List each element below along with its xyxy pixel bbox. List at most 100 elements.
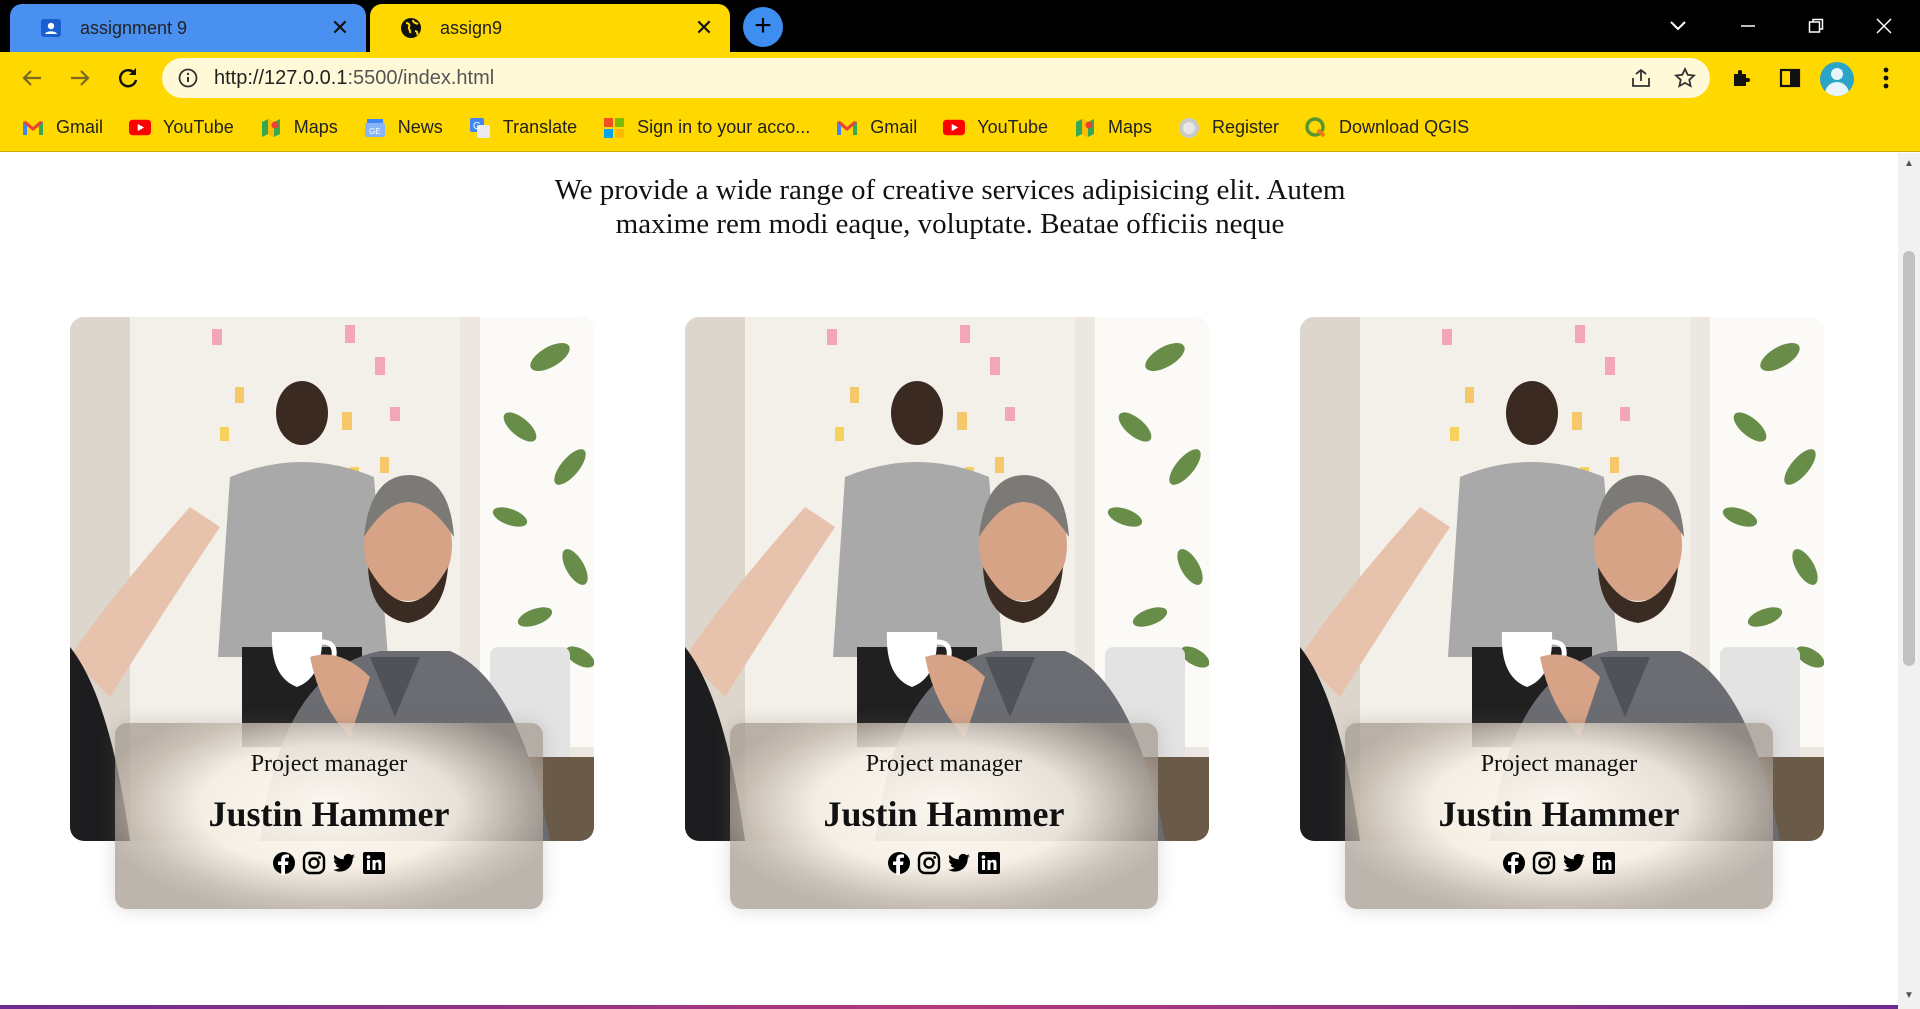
bookmark-label: Gmail [870,117,918,137]
profile-card-icon [40,17,62,39]
url-text[interactable]: http://127.0.0.1:5500/index.html [214,67,1626,90]
linkedin-icon[interactable] [1592,851,1616,875]
bookmark-gmail[interactable]: Gmail [22,117,103,139]
bookmark-news[interactable]: GE News [364,117,443,139]
url-path: :5500/index.html [347,66,495,89]
bookmark-label: Download QGIS [1339,117,1470,137]
bookmark-youtube-2[interactable]: YouTube [943,117,1048,139]
side-panel-button[interactable] [1772,60,1808,96]
intro-line-1: We provide a wide range of creative serv… [554,174,1346,206]
restore-icon[interactable] [1800,10,1832,42]
bookmark-microsoft-signin[interactable]: Sign in to your acco... [603,117,810,139]
bookmarks-bar: Gmail YouTube Maps GE News G Translate S… [0,104,1920,152]
linkedin-icon[interactable] [362,851,386,875]
team-member-role: Project manager [865,751,1023,777]
new-tab-button[interactable]: + [743,7,783,47]
share-icon[interactable] [1626,63,1656,93]
maps-icon [260,117,282,139]
scrollbar-thumb[interactable] [1903,251,1915,666]
bookmark-label: YouTube [163,117,234,137]
avatar[interactable] [1820,62,1854,96]
bookmark-label: Sign in to your acco... [637,117,811,137]
puzzle-icon [1734,70,1750,86]
close-icon[interactable]: ✕ [692,15,716,40]
bookmark-label: Maps [293,117,338,137]
instagram-icon[interactable] [302,851,326,875]
youtube-icon [943,117,966,139]
bookmark-register[interactable]: Register [1178,117,1279,139]
twitter-icon[interactable] [1562,851,1586,875]
reload-icon [119,68,138,88]
team-member-info: Project manager Justin Hammer [730,723,1158,909]
bookmark-label: Translate [502,117,578,137]
menu-button[interactable] [1868,60,1904,96]
intro-line-2: maxime rem modi eaque, voluptate. Beatae… [615,208,1285,240]
scroll-up-arrow-icon[interactable]: ▲ [1904,159,1914,169]
facebook-icon[interactable] [272,851,296,875]
globe-icon [400,17,422,39]
bookmark-translate[interactable]: G Translate [469,117,577,139]
team-card: Project manager Justin Hammer [70,317,594,917]
twitter-icon[interactable] [947,851,971,875]
svg-text:GE: GE [369,127,381,136]
social-links [115,851,543,875]
social-links [1345,851,1773,875]
team-card: Project manager Justin Hammer [685,317,1209,917]
forward-button[interactable] [62,60,98,96]
address-bar[interactable]: http://127.0.0.1:5500/index.html [162,58,1710,98]
bookmark-label: Register [1212,117,1280,137]
team-member-role: Project manager [1480,751,1638,777]
services-intro: We provide a wide range of creative serv… [450,173,1450,241]
twitter-icon[interactable] [332,851,356,875]
page-scrollbar[interactable]: ▲ ▼ [1898,153,1920,1009]
instagram-icon[interactable] [917,851,941,875]
gmail-icon [836,117,858,139]
bookmark-download-qgis[interactable]: Download QGIS [1305,116,1470,139]
maps-icon [1074,117,1096,139]
translate-icon: G [469,117,491,139]
tab-title: assignment 9 [80,17,188,38]
tab-strip: assignment 9 ✕ assign9 ✕ + [0,0,1920,52]
microsoft-icon [603,117,625,139]
tab-assignment-9[interactable]: assignment 9 ✕ [10,4,366,52]
bookmark-star-icon[interactable] [1670,63,1700,93]
minimize-icon[interactable] [1732,10,1764,42]
instagram-icon[interactable] [1532,851,1556,875]
page-viewport: We provide a wide range of creative serv… [0,153,1898,1009]
close-icon[interactable]: ✕ [328,15,352,40]
arrow-left-icon [22,70,41,86]
team-member-name: Justin Hammer [208,794,450,834]
facebook-icon[interactable] [1502,851,1526,875]
team-member-role: Project manager [250,751,408,777]
scroll-down-arrow-icon[interactable]: ▼ [1904,991,1914,1001]
team-member-name: Justin Hammer [823,794,1065,834]
team-member-info: Project manager Justin Hammer [1345,723,1773,909]
tab-search-icon[interactable] [1662,10,1694,42]
bookmark-label: Maps [1108,117,1153,137]
team-member-name: Justin Hammer [1438,794,1680,834]
arrow-right-icon [71,70,90,86]
social-links [730,851,1158,875]
globe-icon [1178,117,1200,139]
bookmark-label: News [397,117,443,137]
info-icon[interactable] [176,66,200,90]
bookmark-label: YouTube [977,117,1048,137]
linkedin-icon[interactable] [977,851,1001,875]
news-icon: GE [364,117,386,139]
facebook-icon[interactable] [887,851,911,875]
back-button[interactable] [14,60,50,96]
browser-toolbar: http://127.0.0.1:5500/index.html [0,52,1920,104]
gmail-icon [22,117,44,139]
close-window-icon[interactable] [1868,10,1900,42]
bookmark-maps-2[interactable]: Maps [1074,117,1152,139]
team-card: Project manager Justin Hammer [1300,317,1824,917]
section-divider [0,1005,1898,1009]
extensions-button[interactable] [1724,60,1760,96]
bookmark-maps[interactable]: Maps [260,117,338,139]
reload-button[interactable] [110,60,146,96]
bookmark-youtube[interactable]: YouTube [129,117,234,139]
team-member-info: Project manager Justin Hammer [115,723,543,909]
tab-assign9[interactable]: assign9 ✕ [370,4,730,52]
youtube-icon [129,117,152,139]
bookmark-gmail-2[interactable]: Gmail [836,117,917,139]
